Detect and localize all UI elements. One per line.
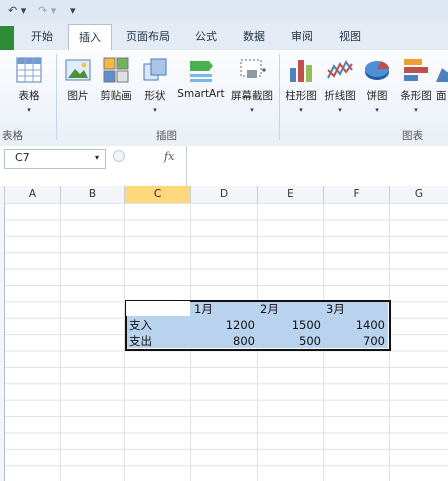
chevron-down-icon: ▾ — [375, 106, 379, 114]
cell-c7[interactable]: 支出 — [129, 334, 152, 349]
column-header-e[interactable]: E — [258, 186, 324, 203]
bar-chart-button[interactable]: 条形图 ▾ — [396, 50, 436, 122]
cell-d5[interactable]: 1月 — [194, 302, 213, 317]
bar-chart-label: 条形图 — [400, 90, 432, 102]
cell-e5[interactable]: 2月 — [260, 302, 279, 317]
cell-d6[interactable]: 1200 — [191, 318, 255, 333]
pie-chart-button[interactable]: 饼图 ▾ — [360, 50, 394, 122]
line-chart-button[interactable]: 折线图 ▾ — [320, 50, 360, 122]
tab-insert[interactable]: 插入 — [68, 24, 112, 52]
cell-f7[interactable]: 700 — [323, 334, 385, 349]
chevron-down-icon: ▾ — [153, 106, 157, 114]
picture-button[interactable]: 图片 — [60, 50, 96, 122]
tab-data[interactable]: 数据 — [234, 22, 274, 50]
pie-chart-label: 饼图 — [366, 90, 388, 102]
clip-art-button[interactable]: 剪贴画 — [96, 50, 136, 122]
group-label-tables: 表格 — [2, 130, 23, 142]
pie-chart-icon — [365, 61, 390, 80]
chevron-down-icon: ▾ — [414, 106, 418, 114]
table-icon — [16, 57, 42, 83]
line-chart-icon — [327, 60, 353, 79]
formula-bar: C7 ▾ fx — [0, 146, 448, 187]
screenshot-label: 屏幕截图 — [231, 90, 273, 102]
cell-f5[interactable]: 3月 — [326, 302, 345, 317]
undo-button[interactable]: ↶ ▾ — [8, 3, 26, 19]
formula-input[interactable] — [186, 146, 448, 186]
gridline — [60, 203, 61, 481]
picture-icon — [65, 59, 91, 81]
area-chart-button[interactable]: 面 — [436, 50, 448, 122]
cell-f6[interactable]: 1400 — [323, 318, 385, 333]
column-header-b[interactable]: B — [61, 186, 125, 203]
column-header-d[interactable]: D — [191, 186, 258, 203]
column-chart-icon — [290, 60, 312, 82]
chevron-down-icon: ▾ — [299, 106, 303, 114]
name-box[interactable]: C7 ▾ — [4, 149, 106, 169]
shapes-label: 形状 — [144, 90, 166, 102]
tab-review[interactable]: 审阅 — [282, 22, 322, 50]
table-label: 表格 — [18, 90, 40, 102]
group-divider — [279, 54, 280, 140]
quick-access-toolbar: ↶ ▾ ↷ ▾ ▾ — [0, 0, 448, 23]
picture-label: 图片 — [67, 90, 89, 102]
table-button[interactable]: 表格 ▾ — [4, 50, 54, 122]
cell-d7[interactable]: 800 — [191, 334, 255, 349]
screenshot-icon — [240, 59, 266, 78]
shapes-button[interactable]: 形状 ▾ — [138, 50, 172, 122]
column-header-f[interactable]: F — [324, 186, 390, 203]
column-header-c[interactable]: C — [125, 186, 191, 203]
screenshot-button[interactable]: 屏幕截图 ▾ — [228, 50, 276, 122]
group-label-charts: 图表 — [402, 130, 423, 142]
column-chart-label: 柱形图 — [285, 90, 317, 102]
customize-qat-button[interactable]: ▾ — [70, 3, 76, 19]
area-chart-label: 面 — [436, 90, 447, 102]
line-chart-label: 折线图 — [324, 90, 356, 102]
area-chart-icon — [436, 68, 448, 82]
group-label-illustrations: 插图 — [156, 130, 177, 142]
redo-button[interactable]: ↷ ▾ — [38, 3, 56, 19]
bar-chart-icon — [404, 59, 428, 81]
shapes-icon — [143, 58, 167, 81]
cell-e7[interactable]: 500 — [257, 334, 321, 349]
column-chart-button[interactable]: 柱形图 ▾ — [282, 50, 320, 122]
tab-page-layout[interactable]: 页面布局 — [118, 22, 178, 50]
chevron-down-icon: ▾ — [338, 106, 342, 114]
cell-c6[interactable]: 支入 — [129, 318, 152, 333]
column-header-g[interactable]: G — [390, 186, 448, 203]
cell-e6[interactable]: 1500 — [257, 318, 321, 333]
file-tab[interactable] — [0, 26, 14, 50]
formula-bar-resize-icon[interactable] — [112, 149, 126, 163]
smartart-label: SmartArt — [177, 88, 225, 100]
smartart-icon — [190, 61, 213, 82]
active-cell-c5[interactable] — [126, 301, 190, 316]
column-header-row: A B C D E F G — [0, 186, 448, 204]
column-header-a[interactable]: A — [5, 186, 61, 203]
chevron-down-icon: ▾ — [27, 106, 31, 114]
chevron-down-icon[interactable]: ▾ — [95, 153, 99, 162]
insert-function-button[interactable]: fx — [164, 150, 174, 163]
group-divider — [56, 54, 57, 140]
ribbon-insert: 表格 ▾ 图片 剪贴画 形状 ▾ SmartArt 屏幕截图 ▾ 柱形图 ▾ 折… — [0, 50, 448, 147]
smartart-button[interactable]: SmartArt — [174, 50, 228, 122]
clip-art-label: 剪贴画 — [100, 90, 132, 102]
chevron-down-icon: ▾ — [250, 106, 254, 114]
tab-home[interactable]: 开始 — [22, 22, 62, 50]
tab-view[interactable]: 视图 — [330, 22, 370, 50]
clip-art-icon — [103, 57, 129, 83]
name-box-value: C7 — [15, 151, 30, 164]
ribbon-tab-bar: 开始 插入 页面布局 公式 数据 审阅 视图 — [0, 22, 448, 52]
tab-formulas[interactable]: 公式 — [186, 22, 226, 50]
